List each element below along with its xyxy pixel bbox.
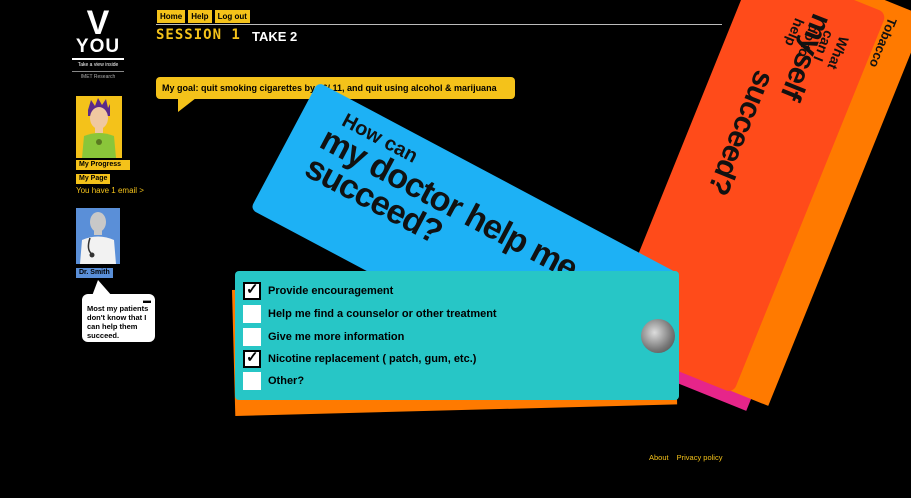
checklist-label: Provide encouragement [268, 285, 394, 297]
logo-divider [72, 58, 124, 60]
about-link[interactable]: About [649, 453, 669, 462]
email-link[interactable]: You have 1 email > [76, 186, 144, 195]
patient-avatar-icon [76, 96, 122, 158]
checklist-label: Help me find a counselor or other treatm… [268, 308, 497, 320]
checklist-item[interactable]: Other? [243, 371, 304, 391]
top-nav: Home Help Log out [157, 10, 250, 23]
logout-button[interactable]: Log out [214, 10, 250, 23]
doctor-message-bubble: ▬ Most my patients don't know that I can… [82, 294, 155, 342]
patient-avatar[interactable] [76, 96, 122, 158]
red-card-large-text-2: succeed? [701, 65, 781, 200]
doctor-avatar[interactable] [76, 208, 120, 264]
checklist-item[interactable]: ✓ Provide encouragement [243, 281, 393, 301]
check-icon: ✓ [246, 349, 259, 366]
checkbox-other[interactable] [243, 372, 261, 390]
logo-sub: IMET Research [80, 74, 116, 80]
pin-icon [641, 319, 675, 353]
logo-divider-2 [72, 71, 124, 72]
checkbox-encouragement[interactable]: ✓ [243, 281, 261, 300]
doctor-avatar-icon [76, 208, 120, 264]
close-icon[interactable]: ▬ [143, 296, 151, 305]
logo-you: YOU [75, 36, 121, 57]
home-button[interactable]: Home [157, 10, 186, 23]
checkbox-counselor[interactable] [243, 305, 261, 323]
checklist-item[interactable]: ✓ Nicotine replacement ( patch, gum, etc… [243, 349, 476, 369]
logo: V YOU Take a view inside IMET Research [72, 4, 124, 81]
check-icon: ✓ [246, 281, 259, 298]
doctor-message-text: Most my patients don't know that I can h… [87, 304, 149, 340]
my-page-link[interactable]: My Page [76, 174, 111, 184]
goal-bubble-tail [178, 98, 196, 112]
checkbox-more-info[interactable] [243, 328, 261, 346]
header-divider [156, 24, 722, 25]
session-label: SESSION 1 [156, 27, 241, 43]
checklist-label: Other? [268, 375, 305, 387]
logo-v: V [86, 4, 110, 42]
checklist-label: Give me more information [268, 331, 405, 343]
take-label: TAKE 2 [252, 29, 298, 44]
checklist-item[interactable]: Help me find a counselor or other treatm… [243, 304, 497, 324]
checklist-label: Nicotine replacement ( patch, gum, etc.) [268, 353, 477, 365]
footer: About Privacy policy [649, 453, 722, 462]
my-progress-link[interactable]: My Progress [76, 160, 130, 170]
checkbox-nicotine[interactable]: ✓ [243, 349, 261, 368]
checklist-item[interactable]: Give me more information [243, 327, 404, 347]
logo-tagline: Take a view inside [77, 62, 119, 68]
doctor-name-label: Dr. Smith [76, 268, 113, 278]
help-button[interactable]: Help [188, 10, 212, 23]
privacy-link[interactable]: Privacy policy [677, 453, 723, 462]
